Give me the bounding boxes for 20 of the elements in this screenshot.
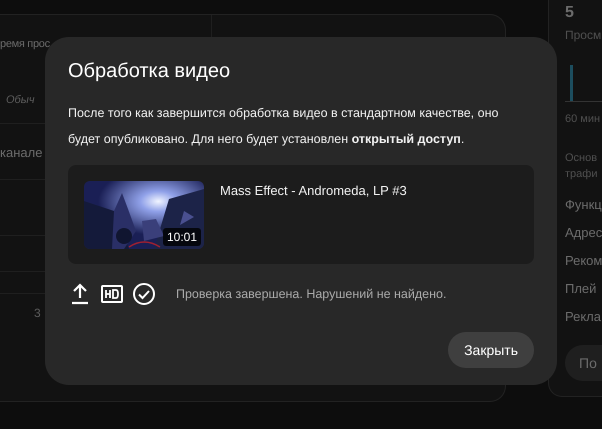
metric-label: ремя прос — [0, 37, 50, 52]
source-label: Адрес — [565, 224, 602, 242]
axis-label: 3 — [34, 305, 41, 322]
section-label: Основ трафи — [565, 151, 598, 182]
duration-badge: 10:01 — [162, 228, 201, 246]
dialog-message: После того как завершится обработка видео в стандартном качестве, оно будет опубликовано. Для него будет установлен открытый доступ. — [68, 105, 500, 148]
row-label: канале — [0, 144, 42, 162]
status-text: Проверка завершена. Нарушений не найдено. — [176, 286, 446, 303]
source-label: Рекла — [565, 308, 601, 326]
source-label: Функц — [565, 196, 602, 214]
metric-value: 5 — [565, 3, 574, 23]
video-title: Mass Effect - Andromeda, LP #3 — [220, 182, 407, 200]
chart-bar — [570, 65, 573, 101]
metric-label: Просм — [565, 27, 602, 44]
source-label: Реком — [565, 252, 602, 270]
metric-note: Обыч — [6, 93, 35, 108]
close-button[interactable]: Закрыть — [448, 332, 534, 368]
dialog-title: Обработка видео — [68, 59, 232, 83]
source-label: Плей — [565, 280, 596, 298]
axis-label: 60 мин — [565, 112, 600, 127]
